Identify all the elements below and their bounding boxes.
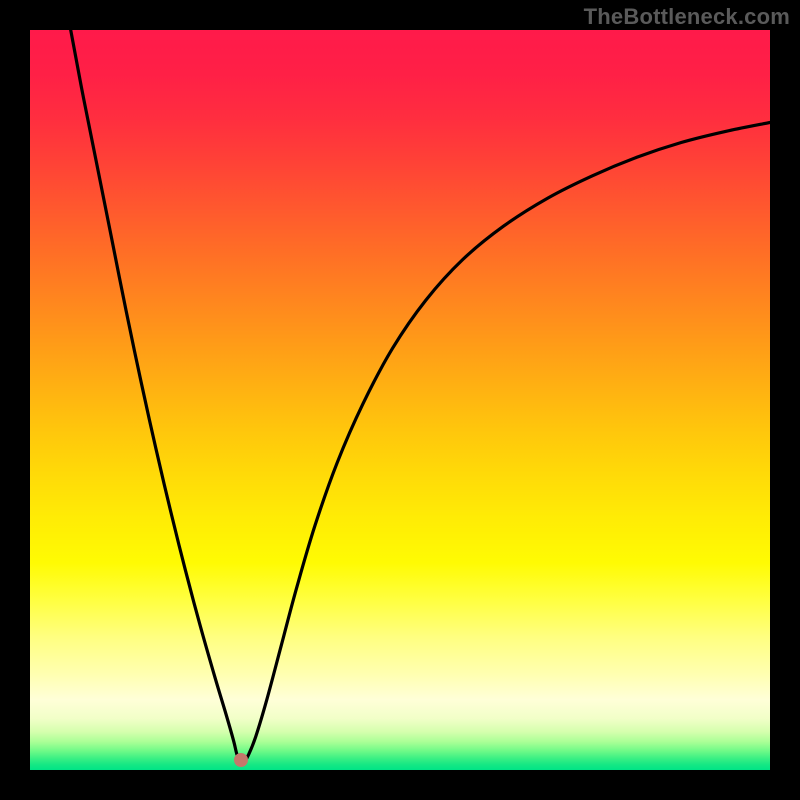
optimum-marker — [234, 753, 248, 767]
watermark-text: TheBottleneck.com — [584, 4, 790, 30]
gradient-bg — [30, 30, 770, 770]
chart-frame — [30, 30, 770, 770]
